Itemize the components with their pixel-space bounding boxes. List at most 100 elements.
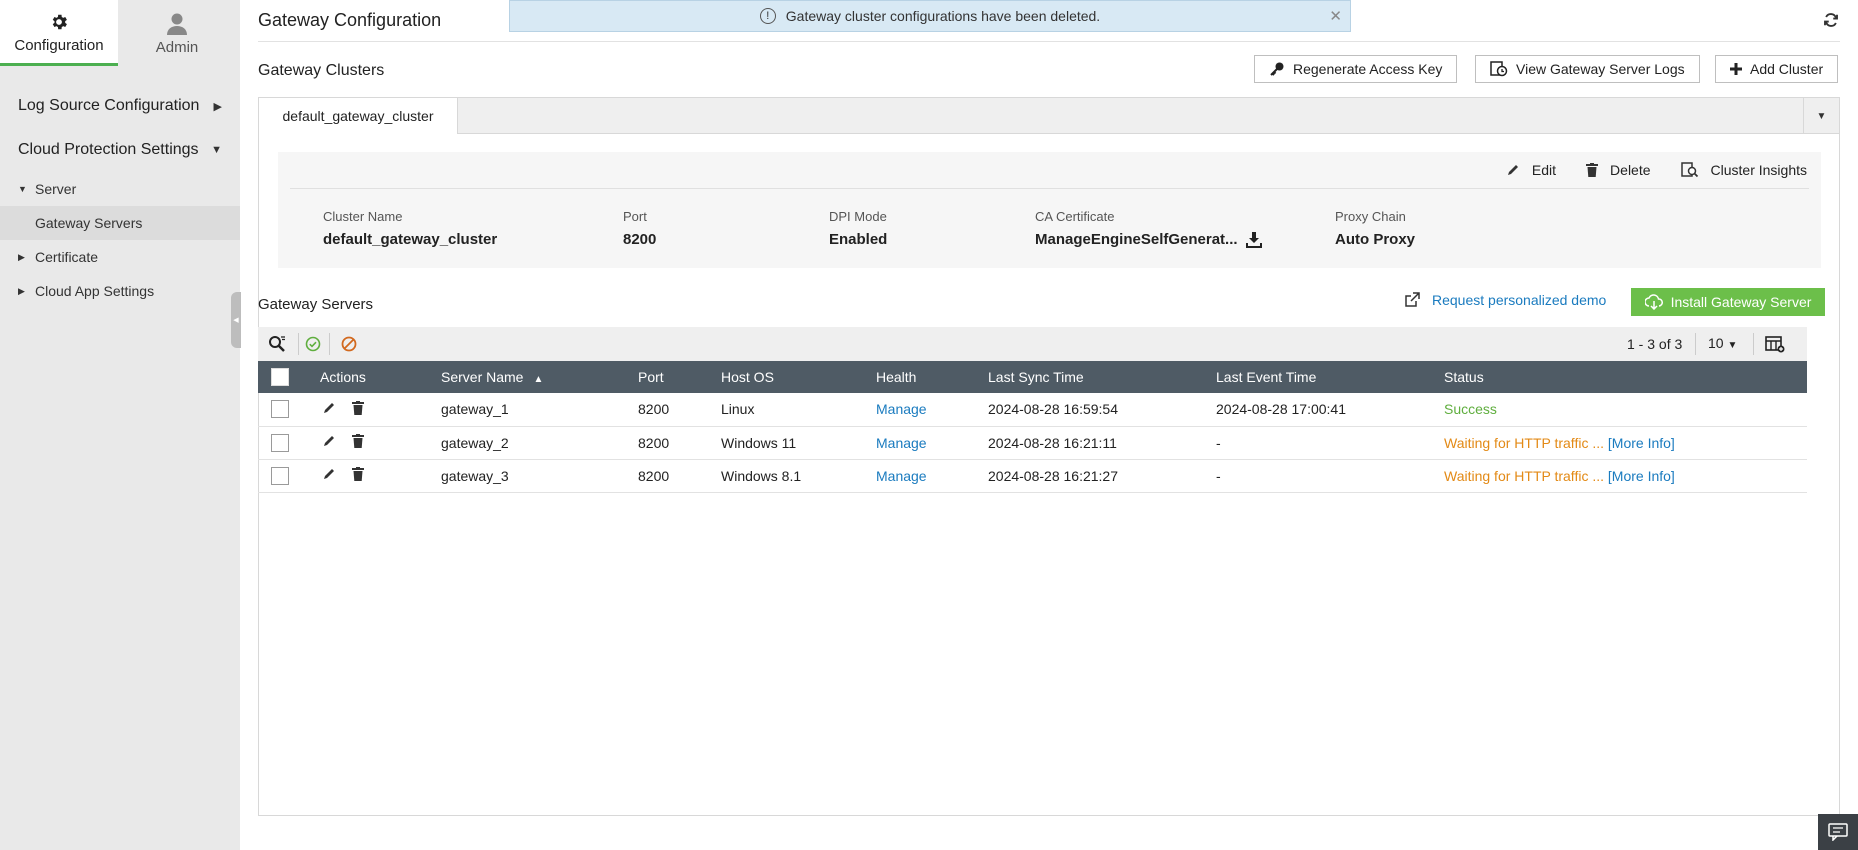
chevron-down-icon[interactable]: ▼ [1803, 98, 1839, 134]
plus-icon [1730, 63, 1742, 75]
info-icon: ! [759, 8, 776, 24]
select-all-checkbox[interactable] [271, 368, 289, 387]
more-info-link[interactable]: [More Info] [1608, 435, 1675, 451]
trash-icon[interactable] [351, 467, 364, 481]
sidebar-item-label: Gateway Servers [35, 215, 143, 231]
tab-admin-label: Admin [155, 38, 199, 56]
tab-default-gateway-cluster[interactable]: default_gateway_cluster [259, 98, 458, 134]
cluster-detail-box: Edit Delete Cluster Insights Cluster Nam… [278, 152, 1821, 268]
sidebar-item-cloud-protection[interactable]: Cloud Protection Settings ▼ [0, 128, 240, 172]
manage-link[interactable]: Manage [876, 468, 927, 484]
install-gateway-server-button[interactable]: Install Gateway Server [1631, 288, 1825, 316]
install-gateway-server-label: Install Gateway Server [1670, 294, 1812, 310]
add-cluster-button[interactable]: Add Cluster [1715, 55, 1839, 83]
manage-link[interactable]: Manage [876, 435, 927, 451]
trash-icon[interactable] [351, 434, 364, 448]
user-icon [166, 11, 188, 37]
view-gateway-server-logs-button[interactable]: View Gateway Server Logs [1475, 55, 1700, 83]
pencil-icon [1506, 163, 1520, 177]
toast-message: Gateway cluster configurations have been… [785, 8, 1101, 24]
trash-icon[interactable] [351, 400, 364, 415]
cell-last-sync: 2024-08-28 16:59:54 [988, 393, 1216, 427]
cell-health: Manage [876, 426, 988, 460]
chat-icon[interactable] [1818, 814, 1858, 850]
cell-last-event: 2024-08-28 17:00:41 [1216, 393, 1444, 427]
cell-last-event: - [1216, 459, 1444, 493]
sidebar-item-label: Log Source Configuration [18, 97, 200, 114]
page-size-value: 10 [1708, 335, 1724, 351]
close-icon[interactable]: ✕ [1329, 7, 1342, 25]
grid-toolbar: 1 - 3 of 3 10 ▼ [258, 327, 1807, 361]
row-actions-cell [320, 393, 441, 427]
field-value: Enabled [829, 231, 888, 248]
caret-down-icon: ▼ [211, 144, 222, 156]
sidebar-item-gateway-servers[interactable]: Gateway Servers [0, 206, 240, 240]
delete-cluster-button[interactable]: Delete [1586, 162, 1651, 178]
gateway-servers-table: Actions Server Name ▲ Port Host OS Health… [258, 361, 1807, 493]
row-checkbox[interactable] [271, 433, 289, 452]
insights-icon [1680, 162, 1699, 178]
top-tabs: Configuration Admin [0, 0, 240, 66]
column-server-name[interactable]: Server Name ▲ [441, 361, 638, 393]
row-checkbox[interactable] [271, 400, 289, 419]
sidebar-item-cloud-app-settings[interactable]: ▶ Cloud App Settings [0, 274, 240, 308]
app-root: Configuration Admin Log Source Configura… [0, 0, 1858, 850]
field-label: CA Certificate [1035, 209, 1115, 224]
divider [298, 333, 299, 355]
caret-right-icon: ▶ [18, 251, 25, 262]
manage-link[interactable]: Manage [876, 401, 927, 417]
field-value: default_gateway_cluster [323, 231, 498, 248]
edit-label: Edit [1531, 162, 1557, 178]
notification-toast: ! Gateway cluster configurations have be… [509, 0, 1351, 32]
search-filter-icon[interactable] [268, 335, 286, 353]
cell-last-event: - [1216, 426, 1444, 460]
cell-health: Manage [876, 393, 988, 427]
cell-server-name: gateway_2 [441, 426, 638, 460]
caret-right-icon: ▶ [18, 285, 25, 296]
table-row: gateway_1 8200 Linux Manage 2024-08-28 1… [258, 393, 1807, 427]
download-icon[interactable] [1245, 231, 1262, 248]
regenerate-access-key-button[interactable]: Regenerate Access Key [1254, 55, 1458, 83]
row-select-cell [258, 426, 320, 460]
page-title: Gateway Configuration [258, 10, 442, 30]
cell-server-name: gateway_1 [441, 393, 638, 427]
cluster-insights-label: Cluster Insights [1710, 162, 1807, 178]
cell-host-os: Windows 8.1 [721, 459, 876, 493]
sidebar-item-certificate[interactable]: ▶ Certificate [0, 240, 240, 274]
page-size-select[interactable]: 10 ▼ [1708, 335, 1737, 351]
cell-host-os: Linux [721, 393, 876, 427]
field-value: ManageEngineSelfGenerat... [1035, 231, 1238, 248]
sidebar-item-label: Server [35, 181, 77, 197]
status-text: Success [1444, 401, 1497, 418]
cluster-insights-button[interactable]: Cluster Insights [1680, 162, 1807, 178]
request-demo-link[interactable]: Request personalized demo [1404, 292, 1606, 308]
cell-status: Waiting for HTTP traffic ... [More Info] [1444, 426, 1807, 460]
row-actions-cell [320, 426, 441, 460]
field-cluster-name: Cluster Name default_gateway_cluster [323, 209, 497, 248]
edit-cluster-button[interactable]: Edit [1506, 162, 1556, 178]
disable-icon[interactable] [340, 335, 358, 353]
field-label: Proxy Chain [1335, 209, 1406, 224]
sort-asc-icon: ▲ [533, 374, 544, 385]
more-info-link[interactable]: [More Info] [1608, 468, 1675, 484]
select-all-cell [258, 361, 320, 393]
refresh-icon[interactable] [1822, 11, 1840, 29]
column-settings-icon[interactable] [1765, 335, 1785, 358]
pagination-info: 1 - 3 of 3 [1627, 336, 1683, 352]
cell-port: 8200 [638, 426, 721, 460]
pencil-icon[interactable] [322, 401, 336, 415]
field-proxy-chain: Proxy Chain Auto Proxy [1335, 209, 1415, 248]
pencil-icon[interactable] [322, 434, 336, 448]
tab-admin[interactable]: Admin [118, 0, 236, 66]
sidebar-item-server[interactable]: ▼ Server [0, 172, 240, 206]
cell-port: 8200 [638, 459, 721, 493]
delete-label: Delete [1610, 162, 1651, 178]
cluster-actions: Edit Delete Cluster Insights [1506, 162, 1807, 178]
divider [1695, 333, 1696, 355]
tab-configuration[interactable]: Configuration [0, 0, 118, 66]
pencil-icon[interactable] [322, 467, 336, 481]
sidebar-item-log-source[interactable]: Log Source Configuration ▶ [0, 84, 240, 128]
enable-icon[interactable] [304, 335, 322, 353]
field-value: Auto Proxy [1335, 231, 1416, 248]
row-checkbox[interactable] [271, 466, 289, 485]
